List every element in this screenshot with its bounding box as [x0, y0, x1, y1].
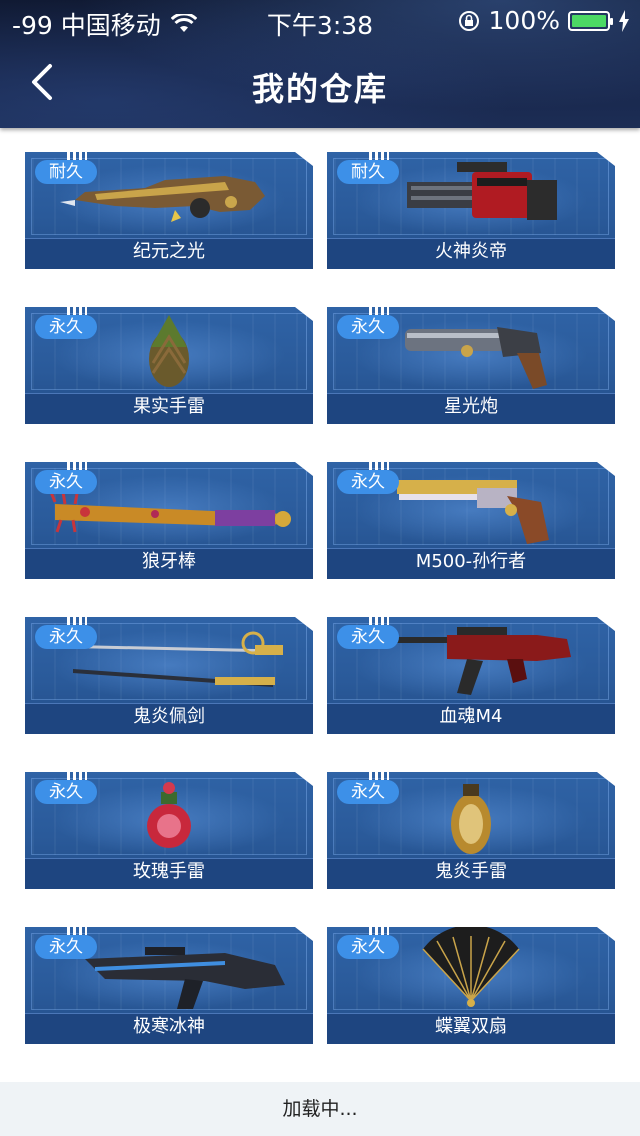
item-name: 玫瑰手雷: [133, 861, 205, 882]
item-name: 星光炮: [444, 396, 498, 417]
card-ticks: [67, 617, 87, 625]
header: -99 中国移动 下午3:38 100% 我的仓库: [0, 0, 640, 128]
card-ticks: [369, 307, 389, 315]
card-ticks: [369, 462, 389, 470]
rotation-lock-icon: [458, 10, 479, 31]
item-card[interactable]: 永久 星光炮: [327, 307, 615, 424]
item-card[interactable]: 耐久 火神炎帝: [327, 152, 615, 269]
durability-badge: 耐久: [337, 160, 399, 184]
card-ticks: [67, 772, 87, 780]
item-name: 极寒冰神: [133, 1016, 205, 1037]
item-name: M500-孙行者: [415, 551, 527, 572]
item-name: 血魂M4: [439, 706, 503, 727]
app-root: -99 中国移动 下午3:38 100% 我的仓库 耐久 纪元之光 耐久 火神炎…: [0, 0, 640, 1136]
card-ticks: [369, 617, 389, 625]
item-card[interactable]: 永久 鬼炎佩剑: [25, 617, 313, 734]
permanent-badge: 永久: [35, 470, 97, 494]
item-card[interactable]: 永久 蝶翼双扇: [327, 927, 615, 1044]
permanent-badge: 永久: [337, 935, 399, 959]
item-name: 狼牙棒: [142, 551, 196, 572]
permanent-badge: 永久: [337, 315, 399, 339]
item-name: 鬼炎手雷: [435, 861, 507, 882]
card-ticks: [369, 152, 389, 160]
permanent-badge: 永久: [35, 780, 97, 804]
status-right: 100%: [457, 6, 630, 35]
card-ticks: [369, 772, 389, 780]
item-name: 果实手雷: [133, 396, 205, 417]
card-ticks: [67, 462, 87, 470]
item-card[interactable]: 永久 M500-孙行者: [327, 462, 615, 579]
battery-fill: [572, 14, 606, 27]
durability-badge: 耐久: [35, 160, 97, 184]
card-ticks: [67, 152, 87, 160]
permanent-badge: 永久: [337, 470, 399, 494]
battery-icon: [568, 10, 613, 31]
card-ticks: [67, 927, 87, 935]
permanent-badge: 永久: [337, 625, 399, 649]
item-card[interactable]: 永久 果实手雷: [25, 307, 313, 424]
item-card[interactable]: 耐久 纪元之光: [25, 152, 313, 269]
permanent-badge: 永久: [337, 780, 399, 804]
item-name: 纪元之光: [133, 241, 205, 262]
item-card[interactable]: 永久 玫瑰手雷: [25, 772, 313, 889]
permanent-badge: 永久: [35, 625, 97, 649]
item-name: 火神炎帝: [435, 241, 507, 262]
permanent-badge: 永久: [35, 315, 97, 339]
item-name: 蝶翼双扇: [435, 1016, 507, 1037]
status-bar: -99 中国移动 下午3:38 100%: [0, 0, 640, 40]
battery-percent: 100%: [488, 6, 560, 35]
item-card[interactable]: 永久 血魂M4: [327, 617, 615, 734]
item-card[interactable]: 永久 狼牙棒: [25, 462, 313, 579]
loading-footer: 加载中...: [0, 1082, 640, 1136]
item-name: 鬼炎佩剑: [133, 706, 205, 727]
item-card[interactable]: 永久 鬼炎手雷: [327, 772, 615, 889]
item-card[interactable]: 永久 极寒冰神: [25, 927, 313, 1044]
card-ticks: [67, 307, 87, 315]
permanent-badge: 永久: [35, 935, 97, 959]
charging-icon: [619, 9, 629, 32]
page-title: 我的仓库: [251, 70, 388, 108]
warehouse-grid: 耐久 纪元之光 耐久 火神炎帝 永久 果实手雷 永久 星光炮 永久 狼牙棒 永久…: [25, 152, 615, 1044]
card-ticks: [369, 927, 389, 935]
